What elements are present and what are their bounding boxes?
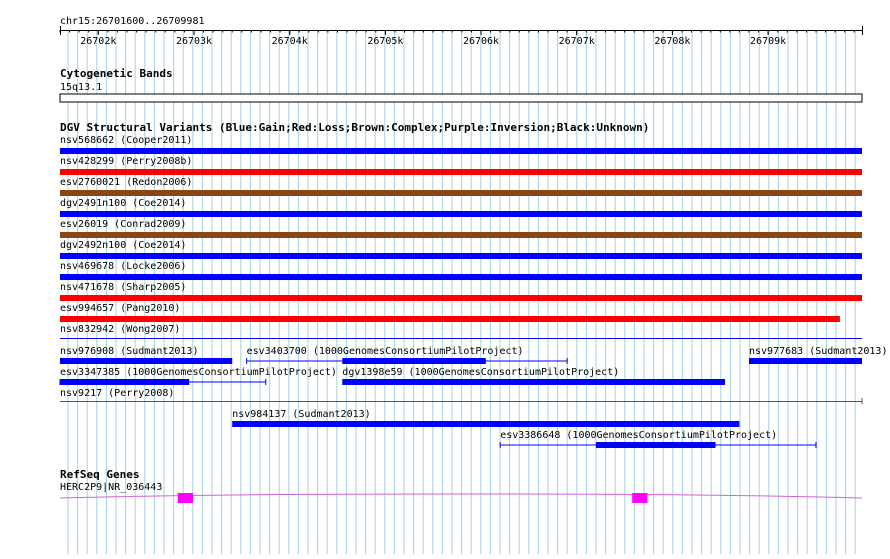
sv-bar[interactable] xyxy=(60,316,840,322)
refseq-genes: HERC2P9|NR_036443 xyxy=(59,482,863,503)
ruler-tick-label: 26704k xyxy=(272,36,308,47)
sv-bar[interactable] xyxy=(60,253,862,259)
location-label: chr15:26701600..26709981 xyxy=(60,16,205,27)
cytoband-label: 15q13.1 xyxy=(60,82,102,93)
sv-label: nsv977683 (Sudmant2013) xyxy=(749,346,887,357)
cytoband-track-title: Cytogenetic Bands xyxy=(60,67,173,80)
cytoband-bar[interactable] xyxy=(59,93,863,103)
ruler-tick-label: 26705k xyxy=(367,36,403,47)
sv-bar[interactable] xyxy=(60,190,862,196)
sv-bar[interactable] xyxy=(342,358,486,364)
sv-bar[interactable] xyxy=(60,274,862,280)
track-canvas: chr15:26701600..26709981 26702k 26703k 267… xyxy=(59,16,887,554)
sv-label: esv994657 (Pang2010) xyxy=(60,303,180,314)
sv-label: esv3403700 (1000GenomesConsortiumPilotPr… xyxy=(247,346,524,357)
sv-bar[interactable] xyxy=(595,442,716,448)
sv-bar[interactable] xyxy=(60,295,862,301)
ruler-tick-label: 26709k xyxy=(750,36,786,47)
sv-label: nsv976908 (Sudmant2013) xyxy=(60,346,198,357)
sv-label: dgv1398e59 (1000GenomesConsortiumPilotPr… xyxy=(342,367,619,378)
sv-label: nsv984137 (Sudmant2013) xyxy=(232,409,370,420)
refseq-track-title: RefSeq Genes xyxy=(60,468,139,481)
ruler-tick-label: 26707k xyxy=(559,36,595,47)
sv-bar[interactable] xyxy=(60,211,862,217)
sv-bar[interactable] xyxy=(60,148,862,154)
dgv-track-title: DGV Structural Variants (Blue:Gain;Red:L… xyxy=(60,121,649,134)
sv-label: nsv471678 (Sharp2005) xyxy=(60,282,186,293)
ruler-tick-label: 26708k xyxy=(654,36,690,47)
sv-label: nsv428299 (Perry2008b) xyxy=(60,156,192,167)
ruler-tick-label: 26702k xyxy=(80,36,116,47)
sv-bar[interactable] xyxy=(749,358,862,364)
genome-browser: chr15:26701600..26709981 26702k 26703k 267… xyxy=(0,0,890,554)
sv-bar[interactable] xyxy=(60,379,190,385)
sv-label: nsv568662 (Cooper2011) xyxy=(60,135,192,146)
sv-label: esv3386648 (1000GenomesConsortiumPilotPr… xyxy=(500,430,777,441)
gene-exon[interactable] xyxy=(177,493,193,503)
dgv-features: nsv976908 (Sudmant2013) esv3403700 (1000G… xyxy=(59,346,887,448)
ruler-tick-label: 26706k xyxy=(463,36,499,47)
sv-label: nsv469678 (Locke2006) xyxy=(60,261,186,272)
sv-bar[interactable] xyxy=(60,232,862,238)
sv-bar[interactable] xyxy=(342,379,726,385)
sv-label: nsv832942 (Wong2007) xyxy=(60,324,180,335)
gene-label: HERC2P9|NR_036443 xyxy=(60,482,162,493)
sv-bar[interactable] xyxy=(60,169,862,175)
sv-label: esv3347385 (1000GenomesConsortiumPilotPr… xyxy=(60,367,337,378)
dgv-full-rows: nsv568662 (Cooper2011) nsv428299 (Perry20… xyxy=(60,135,862,339)
sv-label: esv26019 (Conrad2009) xyxy=(60,219,186,230)
sv-bar[interactable] xyxy=(60,358,233,364)
sv-label: nsv9217 (Perry2008) xyxy=(60,388,174,399)
sv-label: dgv2492n100 (Coe2014) xyxy=(60,240,186,251)
sv-bar[interactable] xyxy=(232,421,740,427)
gene-exon[interactable] xyxy=(632,493,648,503)
ruler-tick-label: 26703k xyxy=(176,36,212,47)
sv-label: dgv2491n100 (Coe2014) xyxy=(60,198,186,209)
sv-label: esv2760021 (Redon2006) xyxy=(60,177,192,188)
